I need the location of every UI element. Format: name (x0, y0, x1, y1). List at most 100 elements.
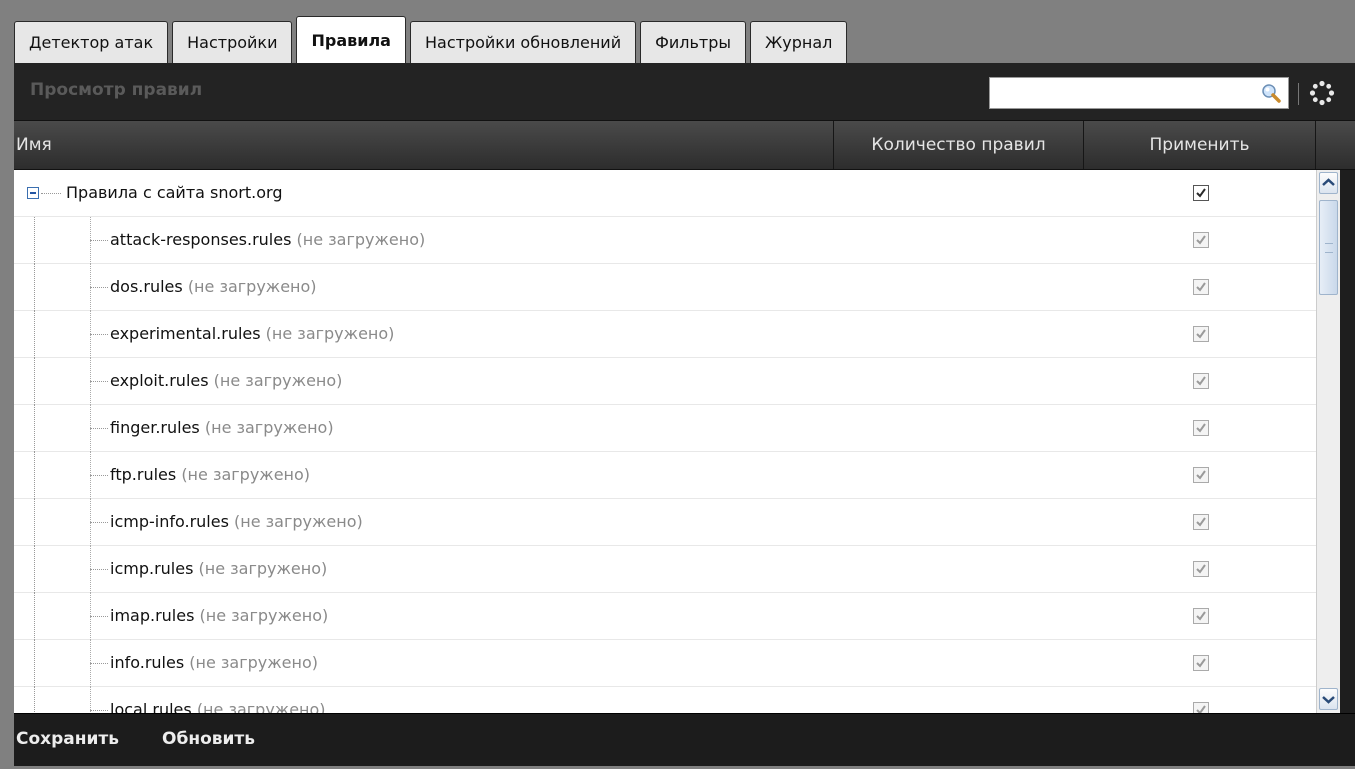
grip-icon (1325, 243, 1333, 253)
table-row[interactable]: local.rules (не загружено) (14, 687, 1316, 713)
rule-status-note: (не загружено) (189, 653, 318, 672)
apply-checkbox[interactable] (1193, 185, 1209, 201)
tree-connector (41, 193, 61, 194)
checkmark-icon (1196, 282, 1206, 292)
vertical-scrollbar[interactable] (1316, 170, 1340, 713)
table-row[interactable]: info.rules (не загружено) (14, 640, 1316, 687)
rule-name-cell: finger.rules (не загружено) (110, 418, 334, 437)
table-row[interactable]: exploit.rules (не загружено) (14, 358, 1316, 405)
tree-connector (90, 475, 108, 476)
scroll-down-button[interactable] (1319, 688, 1338, 710)
rule-file-name: info.rules (110, 653, 185, 672)
tree-guide-line (34, 217, 36, 264)
apply-checkbox[interactable] (1193, 702, 1209, 713)
apply-checkbox[interactable] (1193, 420, 1209, 436)
rule-status-note: (не загружено) (199, 606, 329, 625)
tree-guide-line (34, 546, 36, 593)
rule-file-name: local.rules (110, 700, 192, 713)
apply-checkbox[interactable] (1193, 655, 1209, 671)
apply-checkbox[interactable] (1193, 279, 1209, 295)
table-row[interactable]: attack-responses.rules (не загружено) (14, 217, 1316, 264)
root-label: Правила с сайта snort.org (66, 183, 283, 202)
collapse-icon[interactable] (27, 187, 39, 199)
scroll-up-button[interactable] (1319, 172, 1338, 194)
table-row[interactable]: imap.rules (не загружено) (14, 593, 1316, 640)
rule-name-cell: icmp.rules (не загружено) (110, 559, 327, 578)
rule-name-cell: dos.rules (не загружено) (110, 277, 317, 296)
tree-connector (90, 569, 108, 570)
rule-status-note: (не загружено) (187, 277, 317, 296)
table-row[interactable]: finger.rules (не загружено) (14, 405, 1316, 452)
tree-connector (90, 287, 108, 288)
rule-file-name: finger.rules (110, 418, 200, 437)
tree-connector (90, 710, 108, 711)
tab-filters[interactable]: Фильтры (640, 21, 747, 63)
column-header-name[interactable]: Имя (14, 121, 834, 169)
scroll-thumb[interactable] (1319, 200, 1338, 295)
rule-file-name: icmp-info.rules (110, 512, 229, 531)
rule-file-name: attack-responses.rules (110, 230, 292, 249)
tree-guide-line (34, 452, 36, 499)
gear-icon[interactable] (1309, 80, 1335, 106)
apply-checkbox[interactable] (1193, 608, 1209, 624)
app-window: Детектор атак Настройки Правила Настройк… (0, 0, 1355, 769)
tab-log[interactable]: Журнал (750, 21, 848, 63)
tree-connector (90, 522, 108, 523)
search-field[interactable] (989, 77, 1289, 109)
rule-name-cell: attack-responses.rules (не загружено) (110, 230, 425, 249)
tab-settings[interactable]: Настройки (172, 21, 293, 63)
apply-checkbox[interactable] (1193, 232, 1209, 248)
table-row[interactable]: experimental.rules (не загружено) (14, 311, 1316, 358)
rule-file-name: experimental.rules (110, 324, 261, 343)
tab-bar: Детектор атак Настройки Правила Настройк… (14, 16, 851, 63)
column-header-apply[interactable]: Применить (1084, 121, 1316, 169)
apply-checkbox[interactable] (1193, 326, 1209, 342)
tab-rules[interactable]: Правила (296, 16, 406, 63)
tree-guide-line (34, 687, 36, 713)
rule-name-cell: ftp.rules (не загружено) (110, 465, 310, 484)
rule-file-name: dos.rules (110, 277, 183, 296)
rule-status-note: (не загружено) (181, 465, 311, 484)
rule-status-note: (не загружено) (234, 512, 363, 531)
tree-guide-line (34, 264, 36, 311)
rule-status-note: (не загружено) (204, 418, 334, 437)
tree-connector (90, 334, 108, 335)
refresh-button[interactable]: Обновить (162, 729, 255, 749)
rule-name-cell: exploit.rules (не загружено) (110, 371, 342, 390)
tree-connector (90, 240, 108, 241)
footer-bar: Сохранить Обновить (14, 713, 1355, 766)
tree-guide-line (34, 640, 36, 687)
column-header-rule-count[interactable]: Количество правил (834, 121, 1084, 169)
checkmark-icon (1196, 705, 1206, 713)
rule-file-name: icmp.rules (110, 559, 194, 578)
table-row[interactable]: dos.rules (не загружено) (14, 264, 1316, 311)
rule-name-cell: info.rules (не загружено) (110, 653, 318, 672)
table-header: Имя Количество правил Применить (14, 121, 1355, 170)
table-row[interactable]: ftp.rules (не загружено) (14, 452, 1316, 499)
apply-checkbox[interactable] (1193, 514, 1209, 530)
rule-name-cell: icmp-info.rules (не загружено) (110, 512, 363, 531)
tree-connector (90, 663, 108, 664)
chevron-down-icon (1322, 696, 1335, 704)
rule-status-note: (не загружено) (213, 371, 343, 390)
tree-guide-line (34, 499, 36, 546)
tree-connector (90, 616, 108, 617)
rule-file-name: imap.rules (110, 606, 195, 625)
apply-checkbox[interactable] (1193, 373, 1209, 389)
save-button[interactable]: Сохранить (16, 729, 119, 749)
rule-rows: attack-responses.rules (не загружено) dos… (14, 217, 1316, 713)
table-row[interactable]: icmp.rules (не загружено) (14, 546, 1316, 593)
table-row[interactable]: icmp-info.rules (не загружено) (14, 499, 1316, 546)
tree-root-row[interactable]: Правила с сайта snort.org (14, 170, 1316, 217)
apply-checkbox[interactable] (1193, 467, 1209, 483)
tree-guide-line (34, 593, 36, 640)
tree-guide-line (34, 358, 36, 405)
rules-tree-table: Правила с сайта snort.org attack-respons… (14, 170, 1316, 713)
checkmark-icon (1196, 423, 1206, 433)
tree-guide-line (34, 311, 36, 358)
tab-update-settings[interactable]: Настройки обновлений (409, 21, 637, 63)
apply-checkbox[interactable] (1193, 561, 1209, 577)
search-icon[interactable] (1260, 82, 1282, 104)
tree-connector (90, 381, 108, 382)
tab-attack-detector[interactable]: Детектор атак (14, 21, 169, 63)
